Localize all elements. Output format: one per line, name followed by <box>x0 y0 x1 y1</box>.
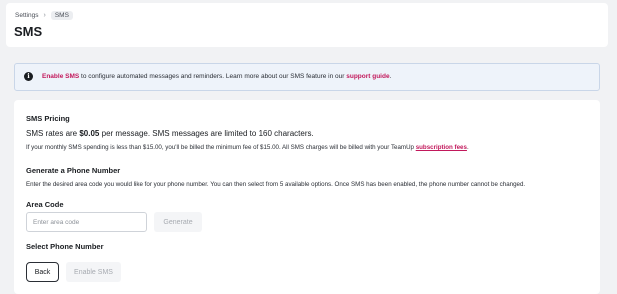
minimum-fee-body: If your monthly SMS spending is less tha… <box>26 144 416 151</box>
page-header: Settings › SMS SMS <box>6 3 608 47</box>
page-title: SMS <box>14 24 43 39</box>
sms-rates-text: SMS rates are $0.05 per message. SMS mes… <box>26 129 314 138</box>
generate-button[interactable]: Generate <box>154 212 202 232</box>
rates-amount: $0.05 <box>79 129 100 138</box>
breadcrumb-item-settings[interactable]: Settings <box>15 12 39 19</box>
sms-settings-card: SMS Pricing SMS rates are $0.05 per mess… <box>14 100 600 294</box>
breadcrumb: Settings › SMS <box>15 11 73 20</box>
info-banner-text: Enable SMS to configure automated messag… <box>42 73 391 80</box>
minimum-fee-text: If your monthly SMS spending is less tha… <box>26 144 469 151</box>
info-banner-end-text: . <box>389 73 392 80</box>
info-banner: i Enable SMS to configure automated mess… <box>14 63 600 91</box>
generate-phone-heading: Generate a Phone Number <box>26 166 121 175</box>
enable-sms-button[interactable]: Enable SMS <box>66 262 121 282</box>
chevron-right-icon: › <box>43 12 46 19</box>
info-banner-middle-text: to configure automated messages and remi… <box>79 73 347 80</box>
enable-sms-link[interactable]: Enable SMS <box>42 73 79 80</box>
subscription-fees-link[interactable]: subscription fees <box>416 144 467 151</box>
select-phone-heading: Select Phone Number <box>26 242 104 251</box>
rates-prefix: SMS rates are <box>26 129 80 138</box>
info-icon: i <box>24 72 33 81</box>
sms-pricing-heading: SMS Pricing <box>26 114 70 123</box>
area-code-label: Area Code <box>26 200 64 209</box>
back-button[interactable]: Back <box>26 262 59 282</box>
support-guide-link[interactable]: support guide <box>346 73 389 80</box>
generate-phone-description: Enter the desired area code you would li… <box>26 181 526 188</box>
minimum-fee-end: . <box>466 144 469 151</box>
rates-suffix: per message. SMS messages are limited to… <box>99 129 314 138</box>
area-code-input[interactable] <box>26 212 147 232</box>
breadcrumb-item-sms: SMS <box>50 11 73 20</box>
